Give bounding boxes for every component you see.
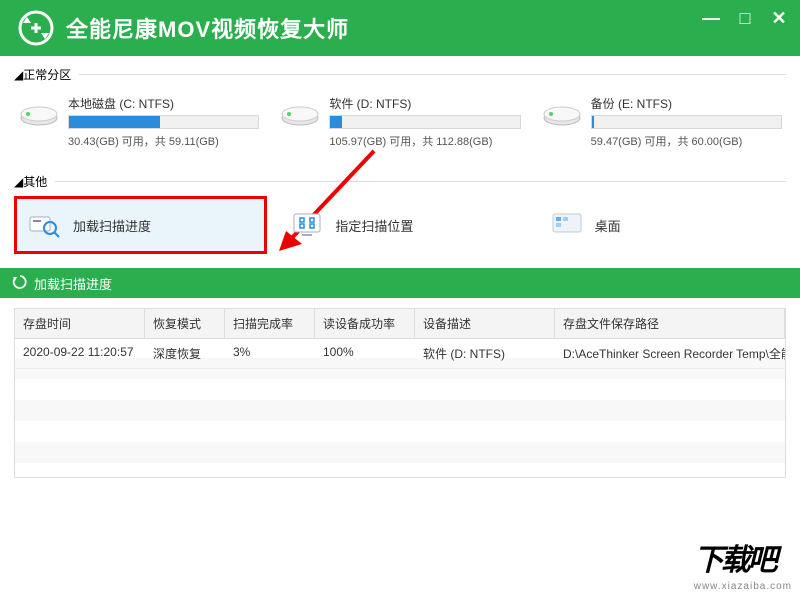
other-label: 加载扫描进度 [73, 216, 151, 235]
subheader-title: 加载扫描进度 [34, 274, 112, 293]
table-header: 存盘时间 恢复模式 扫描完成率 读设备成功率 设备描述 存盘文件保存路径 [15, 309, 785, 339]
watermark-logo: 下载吧 [694, 535, 792, 579]
hdd-icon [18, 95, 60, 131]
drive-name: 本地磁盘 (C: NTFS) [68, 95, 259, 112]
close-button[interactable]: ✕ [770, 8, 788, 29]
other-label: 桌面 [595, 216, 621, 235]
th-scan-rate[interactable]: 扫描完成率 [225, 309, 315, 338]
hdd-icon [279, 95, 321, 131]
drive-stats: 59.47(GB) 可用，共 60.00(GB) [591, 133, 782, 149]
td-path: D:\AceThinker Screen Recorder Temp\全能 [555, 339, 785, 368]
reload-icon [12, 274, 28, 293]
subheader-bar: 加载扫描进度 [0, 268, 800, 298]
drive-name: 备份 (E: NTFS) [591, 95, 782, 112]
th-mode[interactable]: 恢复模式 [145, 309, 225, 338]
divider [55, 181, 786, 182]
monitor-target-icon [289, 210, 325, 240]
scan-history-table: 存盘时间 恢复模式 扫描完成率 读设备成功率 设备描述 存盘文件保存路径 202… [14, 308, 786, 478]
desktop-button[interactable]: 桌面 [539, 196, 786, 254]
collapse-icon[interactable]: ◢ [14, 175, 23, 189]
watermark: 下载吧 www.xiazaiba.com [694, 535, 792, 592]
td-time: 2020-09-22 11:20:57 [15, 339, 145, 368]
maximize-button[interactable]: □ [736, 8, 754, 29]
drive-e[interactable]: 备份 (E: NTFS) 59.47(GB) 可用，共 60.00(GB) [537, 89, 786, 155]
section-others-header: ◢ 其他 [14, 173, 786, 190]
section-title: 正常分区 [23, 66, 71, 83]
search-progress-icon [27, 210, 63, 240]
td-scan-rate: 3% [225, 339, 315, 368]
th-time[interactable]: 存盘时间 [15, 309, 145, 338]
td-mode: 深度恢复 [145, 339, 225, 368]
th-path[interactable]: 存盘文件保存路径 [555, 309, 785, 338]
td-device: 软件 (D: NTFS) [415, 339, 555, 368]
th-device[interactable]: 设备描述 [415, 309, 555, 338]
load-scan-progress-button[interactable]: 加载扫描进度 [14, 196, 267, 254]
drive-usage-bar [68, 115, 259, 129]
hdd-icon [541, 95, 583, 131]
td-read-rate: 100% [315, 339, 415, 368]
main-content: ◢ 正常分区 本地磁盘 (C: NTFS) 30.43(GB) 可用，共 59.… [0, 56, 800, 254]
titlebar: 全能尼康MOV视频恢复大师 — □ ✕ [0, 0, 800, 56]
drives-list: 本地磁盘 (C: NTFS) 30.43(GB) 可用，共 59.11(GB) … [14, 89, 786, 155]
drive-usage-bar [591, 115, 782, 129]
desktop-icon [549, 210, 585, 240]
section-title: 其他 [23, 173, 47, 190]
divider [79, 74, 786, 75]
drive-c[interactable]: 本地磁盘 (C: NTFS) 30.43(GB) 可用，共 59.11(GB) [14, 89, 263, 155]
drive-name: 软件 (D: NTFS) [329, 95, 520, 112]
drive-d[interactable]: 软件 (D: NTFS) 105.97(GB) 可用，共 112.88(GB) [275, 89, 524, 155]
app-logo-icon [16, 8, 56, 48]
watermark-url: www.xiazaiba.com [694, 581, 792, 592]
drive-stats: 30.43(GB) 可用，共 59.11(GB) [68, 133, 259, 149]
collapse-icon[interactable]: ◢ [14, 68, 23, 82]
others-list: 加载扫描进度 指定扫描位置 桌面 [14, 196, 786, 254]
section-normal-partitions-header: ◢ 正常分区 [14, 66, 786, 83]
th-read-rate[interactable]: 读设备成功率 [315, 309, 415, 338]
table-row[interactable]: 2020-09-22 11:20:57 深度恢复 3% 100% 软件 (D: … [15, 339, 785, 369]
drive-usage-bar [329, 115, 520, 129]
window-controls: — □ ✕ [702, 8, 788, 29]
other-label: 指定扫描位置 [335, 216, 413, 235]
app-title: 全能尼康MOV视频恢复大师 [66, 12, 349, 44]
drive-stats: 105.97(GB) 可用，共 112.88(GB) [329, 133, 520, 149]
minimize-button[interactable]: — [702, 8, 720, 29]
specify-scan-location-button[interactable]: 指定扫描位置 [279, 196, 526, 254]
